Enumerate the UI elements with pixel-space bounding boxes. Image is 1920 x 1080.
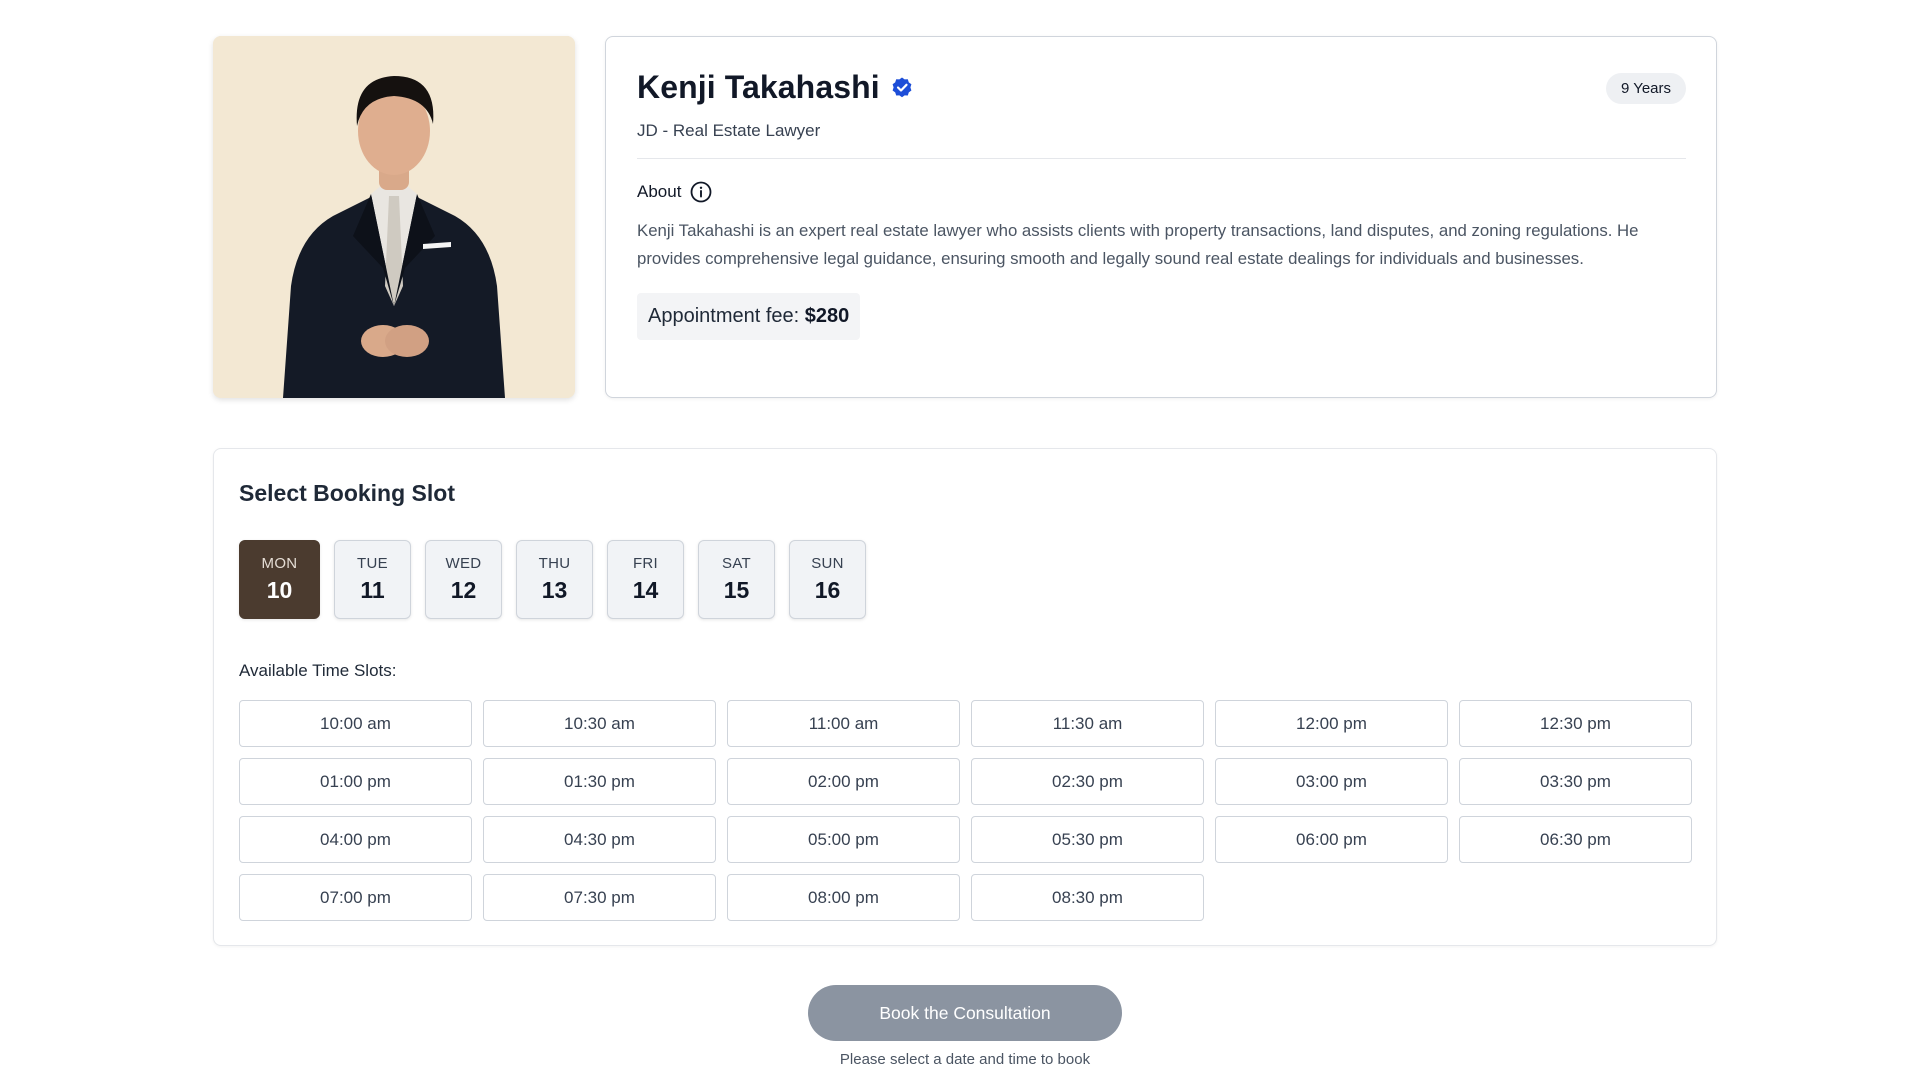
time-slot-button[interactable]: 11:00 am — [727, 700, 960, 747]
time-slot-button[interactable]: 04:00 pm — [239, 816, 472, 863]
booking-card: Select Booking Slot MON 10 TUE 11 WED 12… — [213, 448, 1717, 946]
time-slot-button[interactable]: 01:00 pm — [239, 758, 472, 805]
time-slot-button[interactable]: 06:00 pm — [1215, 816, 1448, 863]
time-slot-button[interactable]: 07:30 pm — [483, 874, 716, 921]
time-slot-button[interactable]: 12:00 pm — [1215, 700, 1448, 747]
time-slot-button[interactable]: 02:00 pm — [727, 758, 960, 805]
about-text: Kenji Takahashi is an expert real estate… — [637, 221, 1639, 268]
name-row: Kenji Takahashi — [637, 69, 914, 106]
time-slot-button[interactable]: 01:30 pm — [483, 758, 716, 805]
day-button-sat[interactable]: SAT 15 — [698, 540, 775, 619]
about-label: About — [637, 182, 682, 201]
day-button-mon[interactable]: MON 10 — [239, 540, 320, 619]
day-of-week: WED — [445, 555, 482, 572]
day-button-tue[interactable]: TUE 11 — [334, 540, 411, 619]
day-button-thu[interactable]: THU 13 — [516, 540, 593, 619]
day-number: 12 — [450, 577, 477, 603]
day-of-week: TUE — [357, 555, 388, 572]
time-slot-button[interactable]: 10:30 am — [483, 700, 716, 747]
fee-label: Appointment fee: — [648, 305, 800, 327]
experience-badge: 9 Years — [1605, 73, 1686, 104]
day-button-sun[interactable]: SUN 16 — [789, 540, 866, 619]
appointment-fee: Appointment fee: $280 — [637, 293, 861, 340]
day-number: 15 — [723, 577, 750, 603]
time-slot-button[interactable]: 11:30 am — [971, 700, 1204, 747]
time-slot-button[interactable]: 10:00 am — [239, 700, 472, 747]
time-slot-button[interactable]: 08:30 pm — [971, 874, 1204, 921]
day-of-week: FRI — [632, 555, 659, 572]
info-icon[interactable] — [690, 181, 712, 203]
time-slot-button[interactable]: 05:30 pm — [971, 816, 1204, 863]
about-heading: About — [637, 181, 712, 203]
book-consultation-button[interactable]: Book the Consultation — [808, 985, 1122, 1041]
time-slot-button[interactable]: 07:00 pm — [239, 874, 472, 921]
day-number: 11 — [360, 577, 385, 603]
time-slot-button[interactable]: 12:30 pm — [1459, 700, 1692, 747]
fee-value: $280 — [804, 305, 850, 327]
time-slot-button[interactable]: 03:00 pm — [1215, 758, 1448, 805]
lawyer-name: Kenji Takahashi — [637, 69, 880, 105]
profile-info-card: Kenji Takahashi 9 Years JD - Real Estate… — [605, 36, 1717, 398]
lawyer-portrait-image — [213, 36, 575, 398]
time-slot-button[interactable]: 05:00 pm — [727, 816, 960, 863]
day-of-week: MON — [261, 555, 298, 572]
day-selector: MON 10 TUE 11 WED 12 THU 13 FRI 14 SAT 1… — [239, 540, 880, 619]
lawyer-title: JD - Real Estate Lawyer — [637, 121, 821, 140]
day-of-week: SAT — [722, 555, 751, 572]
time-slot-button[interactable]: 08:00 pm — [727, 874, 960, 921]
time-slot-button[interactable]: 02:30 pm — [971, 758, 1204, 805]
day-of-week: THU — [538, 555, 571, 572]
booking-title: Select Booking Slot — [239, 480, 455, 506]
time-slot-button[interactable]: 04:30 pm — [483, 816, 716, 863]
time-slot-button[interactable]: 03:30 pm — [1459, 758, 1692, 805]
day-button-fri[interactable]: FRI 14 — [607, 540, 684, 619]
divider — [637, 158, 1686, 159]
day-number: 16 — [814, 577, 841, 603]
verified-badge-icon — [890, 76, 914, 100]
profile-photo — [213, 36, 575, 398]
time-slot-button[interactable]: 06:30 pm — [1459, 816, 1692, 863]
day-number: 13 — [541, 577, 568, 603]
booking-hint: Please select a date and time to book — [839, 1051, 1091, 1068]
day-button-wed[interactable]: WED 12 — [425, 540, 502, 619]
day-number: 14 — [632, 577, 659, 603]
time-slots-label: Available Time Slots: — [239, 661, 397, 680]
time-slot-grid: 10:00 am 10:30 am 11:00 am 11:30 am 12:0… — [239, 700, 1692, 921]
day-number: 10 — [266, 577, 293, 603]
day-of-week: SUN — [811, 555, 844, 572]
